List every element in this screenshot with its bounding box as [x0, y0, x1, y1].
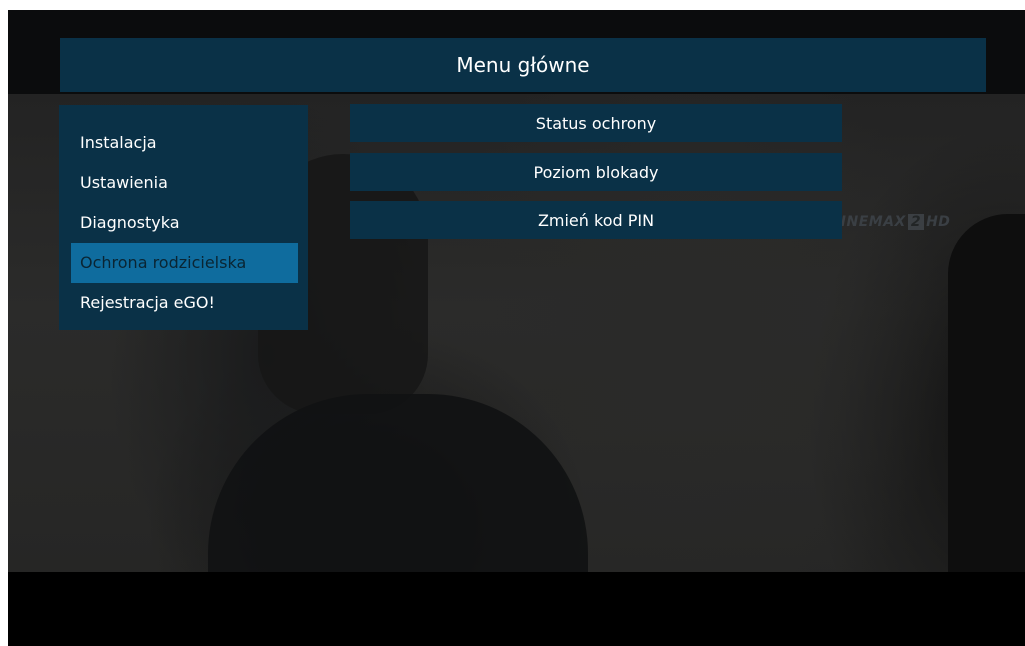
submenu-item-zmien-kod-pin[interactable]: Zmień kod PIN	[350, 201, 842, 239]
tv-screen: CINEMAX 2 HD Menu główne Instalacja Ustawi…	[8, 10, 1025, 646]
menu-item-rejestracja-ego[interactable]: Rejestracja eGO!	[59, 283, 308, 323]
channel-logo-number: 2	[907, 214, 925, 230]
submenu-item-poziom-blokady[interactable]: Poziom blokady	[350, 153, 842, 191]
menu-item-ochrona-rodzicielska[interactable]: Ochrona rodzicielska	[71, 243, 298, 283]
menu-item-ustawienia[interactable]: Ustawienia	[59, 163, 308, 203]
menu-item-diagnostyka[interactable]: Diagnostyka	[59, 203, 308, 243]
video-person-body	[208, 394, 588, 572]
video-person-right	[948, 214, 1025, 574]
menu-item-instalacja[interactable]: Instalacja	[59, 123, 308, 163]
bottom-letterbox	[8, 572, 1025, 646]
channel-logo: CINEMAX 2 HD	[830, 214, 950, 230]
menu-header: Menu główne	[60, 38, 986, 92]
main-menu-sidebar: Instalacja Ustawienia Diagnostyka Ochron…	[59, 105, 308, 330]
page-title: Menu główne	[456, 53, 590, 77]
channel-logo-suffix: HD	[926, 214, 951, 230]
submenu-item-status-ochrony[interactable]: Status ochrony	[350, 104, 842, 142]
